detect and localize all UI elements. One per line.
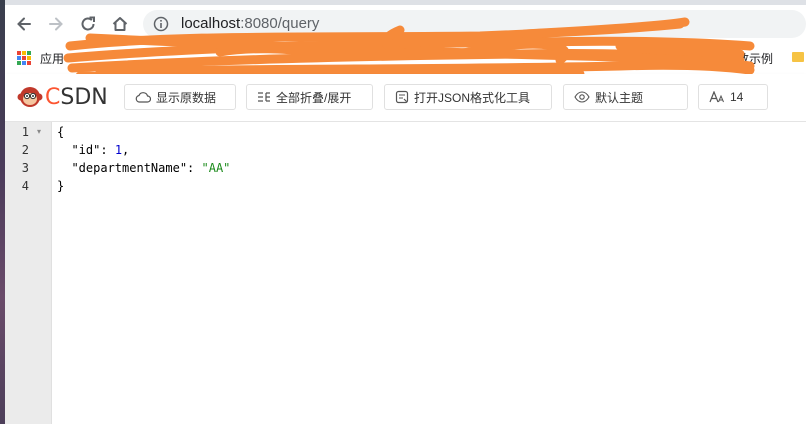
apps-grid-icon[interactable] — [17, 51, 31, 65]
json-viewer-toolbar: CSDN 显示原数据 全部折叠/展开 打开JSON格式化工具 默认主题 14 — [5, 74, 806, 122]
monkey-logo-icon — [17, 87, 43, 107]
font-size-select[interactable]: 14 — [698, 84, 768, 110]
fold-all-label: 全部折叠/展开 — [276, 90, 352, 105]
csdn-wordmark: CSDN — [45, 84, 108, 110]
line-number: 2 — [21, 143, 29, 157]
json-file-icon — [395, 90, 409, 104]
theme-label: 默认主题 — [595, 90, 644, 105]
fold-all-button[interactable]: 全部折叠/展开 — [246, 84, 373, 110]
arrow-left-icon — [17, 17, 31, 31]
theme-select[interactable]: 默认主题 — [563, 84, 688, 110]
line-number: 4 — [21, 179, 29, 193]
fold-lines-icon — [258, 92, 270, 102]
eye-icon — [574, 91, 590, 103]
show-raw-data-label: 显示原数据 — [156, 90, 217, 105]
open-json-tool-label: 打开JSON格式化工具 — [414, 90, 531, 105]
json-value: "AA" — [201, 161, 231, 175]
font-size-value: 14 — [730, 90, 744, 104]
line-number: 3 — [21, 161, 29, 175]
redaction-scribble — [63, 17, 755, 80]
fold-toggle-icon[interactable]: ▾ — [37, 123, 41, 141]
font-size-icon — [709, 91, 724, 103]
show-raw-data-button[interactable]: 显示原数据 — [124, 84, 236, 110]
open-json-tool-button[interactable]: 打开JSON格式化工具 — [384, 84, 552, 110]
line-number: 1 — [21, 125, 29, 139]
back-button[interactable] — [13, 13, 35, 35]
code-line: "id": 1, — [71, 143, 130, 157]
cloud-icon — [135, 92, 151, 103]
code-line: "departmentName": "AA" — [71, 161, 231, 175]
code-line: { — [57, 125, 65, 139]
code-area[interactable]: { "id": 1, "departmentName": "AA" } — [57, 123, 230, 195]
json-editor[interactable]: 1 ▾ 2 3 4 { "id": 1, "departmentName": "… — [5, 122, 806, 424]
line-number-gutter: 1 ▾ 2 3 4 — [5, 122, 52, 424]
csdn-logo: CSDN — [17, 84, 108, 110]
json-key: "id" — [71, 143, 101, 157]
json-key: "departmentName" — [71, 161, 188, 175]
folder-icon — [792, 52, 804, 62]
code-line: } — [57, 179, 65, 193]
json-value: 1 — [114, 143, 123, 157]
